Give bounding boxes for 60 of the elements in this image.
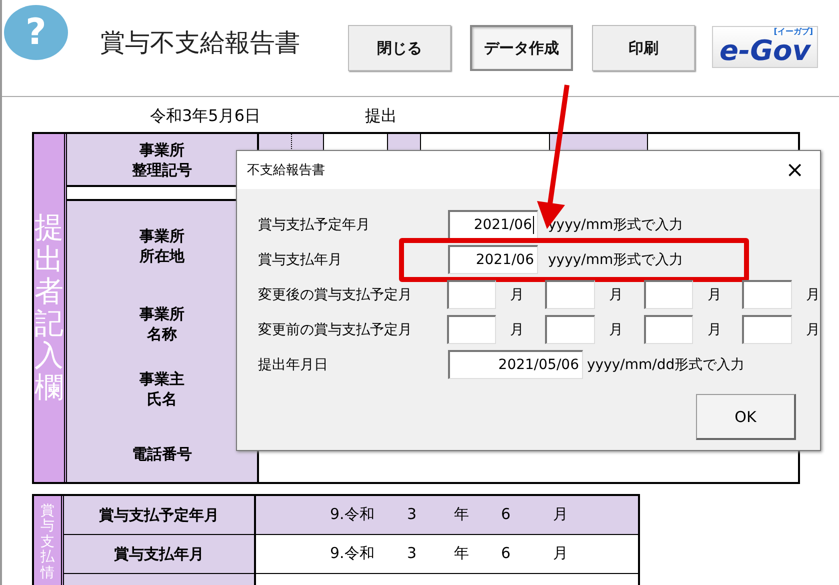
- field-label: 変更後の賞与支払予定月: [257, 286, 413, 304]
- month-unit: 月: [707, 320, 722, 338]
- input-field[interactable]: [742, 315, 792, 344]
- input-field[interactable]: [545, 315, 595, 344]
- ok-button[interactable]: OK: [696, 394, 796, 440]
- month-unit: 月: [806, 286, 820, 304]
- side-label: 賞与支払情: [34, 496, 64, 585]
- month-value: 6: [501, 544, 511, 562]
- field-label: 変更前の賞与支払予定月: [257, 320, 413, 338]
- row-label: 整理記号: [132, 160, 192, 180]
- field-label: 提出年月日: [257, 356, 329, 374]
- era-text: 9.令和: [330, 505, 374, 524]
- year-value: 3: [407, 544, 417, 562]
- month-unit: 月: [608, 286, 623, 304]
- field-label: 賞与支払予定年月: [257, 216, 371, 234]
- year-unit: 年: [454, 544, 469, 563]
- row-label: 名称: [147, 324, 177, 344]
- month-unit: 月: [510, 286, 524, 304]
- row-label: 所在地: [140, 246, 184, 266]
- input-field[interactable]: 2021/06: [448, 245, 538, 274]
- side-label: 提出者記入欄: [34, 134, 67, 482]
- month-value: 6: [501, 505, 511, 523]
- input-field[interactable]: [742, 280, 792, 309]
- dialog-title: 不支給報告書: [247, 162, 325, 179]
- input-field[interactable]: [644, 315, 694, 344]
- format-hint: yyyy/mm形式で入力: [548, 216, 684, 234]
- month-unit: 月: [806, 320, 820, 338]
- toolbar-button[interactable]: 閉じる: [348, 25, 451, 71]
- year-value: 3: [407, 505, 417, 523]
- input-field[interactable]: [644, 280, 694, 309]
- row-label: 賞与支払予定年月: [64, 496, 256, 534]
- field-label: 賞与支払年月: [257, 250, 343, 268]
- month-unit: 月: [553, 505, 568, 524]
- format-hint: yyyy/mm/dd形式で入力: [587, 356, 745, 374]
- input-field[interactable]: [545, 280, 595, 309]
- format-hint: yyyy/mm形式で入力: [548, 250, 684, 268]
- row-label: 事業所: [140, 140, 184, 160]
- row-label: 賞与支払年月: [64, 535, 256, 573]
- year-unit: 年: [454, 505, 469, 524]
- era-text: 9.令和: [330, 544, 374, 563]
- month-unit: 月: [510, 320, 524, 338]
- row-label: 事業主: [140, 369, 184, 389]
- row-label: 氏名: [147, 389, 177, 409]
- month-unit: 月: [608, 320, 623, 338]
- month-unit: 月: [707, 286, 722, 304]
- submit-label: 提出: [365, 106, 397, 127]
- input-field[interactable]: [446, 315, 496, 344]
- toolbar-button[interactable]: データ作成: [470, 25, 573, 71]
- input-field[interactable]: 2021/05/06: [448, 350, 583, 379]
- close-button[interactable]: ×: [782, 158, 808, 182]
- toolbar-button[interactable]: 印刷: [592, 25, 695, 71]
- row-label: 事業所: [140, 304, 184, 324]
- form-title: 賞与不支給報告書: [100, 27, 300, 59]
- submission-date: 令和3年5月6日: [150, 106, 261, 127]
- row-label: 電話番号: [132, 444, 192, 464]
- row-label: 事業所: [140, 226, 184, 246]
- e-gov-logo-button[interactable]: [イーガブ] e-Gov: [712, 26, 818, 68]
- input-field[interactable]: [446, 280, 496, 309]
- input-field[interactable]: 2021/06: [448, 210, 538, 239]
- month-unit: 月: [553, 544, 568, 563]
